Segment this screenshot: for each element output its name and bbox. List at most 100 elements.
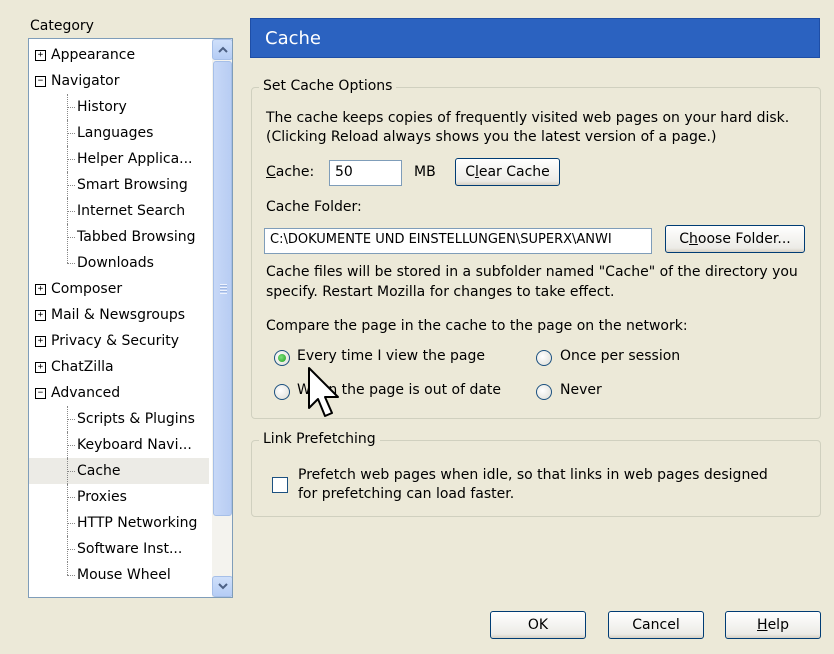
tree-item-label: Cache	[77, 463, 121, 479]
tree-connector	[67, 562, 68, 575]
scroll-thumb[interactable]	[213, 61, 232, 516]
tree-item-label: Scripts & Plugins	[77, 411, 195, 427]
cache-size-label: Cache:	[266, 164, 315, 180]
tree-connector	[67, 575, 75, 576]
tree-connector	[67, 419, 75, 420]
radio-once-per-session[interactable]	[536, 350, 552, 366]
tree-item[interactable]: + Privacy & Security	[29, 328, 209, 354]
tree-item[interactable]: Helper Applica...	[29, 146, 209, 172]
cache-description-line1: The cache keeps copies of frequently vis…	[266, 110, 790, 126]
tree-item-label: Privacy & Security	[51, 333, 179, 349]
tree-item-label: Composer	[51, 281, 123, 297]
tree-scrollbar[interactable]	[212, 39, 232, 597]
expand-icon[interactable]: +	[35, 362, 46, 373]
tree-item[interactable]: + Mail & Newsgroups	[29, 302, 209, 328]
tree-connector	[67, 471, 75, 472]
radio-every-time-label[interactable]: Every time I view the page	[297, 348, 485, 364]
tree-connector	[67, 250, 68, 263]
collapse-icon[interactable]: −	[35, 76, 46, 87]
tree-item[interactable]: Keyboard Navi...	[29, 432, 209, 458]
tree-item-label: Proxies	[77, 489, 127, 505]
tree-item-label: Languages	[77, 125, 154, 141]
tree-connector	[67, 185, 75, 186]
tree-item[interactable]: History	[29, 94, 209, 120]
tree-item[interactable]: + ChatZilla	[29, 354, 209, 380]
cancel-button[interactable]: Cancel	[608, 611, 704, 639]
category-label: Category	[30, 18, 94, 34]
radio-never-label[interactable]: Never	[560, 382, 602, 398]
collapse-icon[interactable]: −	[35, 388, 46, 399]
tree-item-label: Software Inst...	[77, 541, 183, 557]
choose-folder-button[interactable]: Choose Folder...	[665, 225, 805, 253]
compare-label: Compare the page in the cache to the pag…	[266, 318, 688, 334]
tree-connector	[67, 523, 75, 524]
mouse-pointer-icon	[308, 367, 339, 417]
scroll-down-arrow-icon	[218, 583, 228, 590]
tree-item[interactable]: + Appearance	[29, 42, 209, 68]
tree-item-label: ChatZilla	[51, 359, 114, 375]
tree-item[interactable]: Software Inst...	[29, 536, 209, 562]
scroll-down-button[interactable]	[212, 576, 232, 597]
tree-item-label: History	[77, 99, 127, 115]
tree-item[interactable]: Smart Browsing	[29, 172, 209, 198]
tree-item-label: Advanced	[51, 385, 121, 401]
tree-item[interactable]: Scripts & Plugins	[29, 406, 209, 432]
tree-item[interactable]: Proxies	[29, 484, 209, 510]
tree-item-label: Mouse Wheel	[77, 567, 171, 583]
radio-never[interactable]	[536, 384, 552, 400]
expand-icon[interactable]: +	[35, 284, 46, 295]
tree-item-label: Smart Browsing	[77, 177, 188, 193]
tree-item[interactable]: Downloads	[29, 250, 209, 276]
page-title: Cache	[250, 18, 820, 58]
tree-connector	[67, 497, 75, 498]
help-button[interactable]: Help	[725, 611, 821, 639]
prefetch-label-line1[interactable]: Prefetch web pages when idle, so that li…	[298, 467, 768, 483]
expand-icon[interactable]: +	[35, 310, 46, 321]
tree-item[interactable]: Languages	[29, 120, 209, 146]
tree-item-label: Keyboard Navi...	[77, 437, 192, 453]
expand-icon[interactable]: +	[35, 336, 46, 347]
tree-item-label: Helper Applica...	[77, 151, 193, 167]
thumb-grip	[220, 284, 227, 294]
cache-folder-label: Cache Folder:	[266, 199, 362, 215]
scroll-up-button[interactable]	[212, 39, 232, 60]
tree-item[interactable]: − Navigator	[29, 68, 209, 94]
folder-note-line1: Cache files will be stored in a subfolde…	[266, 264, 798, 280]
ok-button[interactable]: OK	[490, 611, 586, 639]
prefetch-label-line2[interactable]: for prefetching can load faster.	[298, 486, 514, 502]
cache-unit-label: MB	[414, 164, 436, 180]
category-tree[interactable]: + Appearance − Navigator History Languages Hel…	[28, 38, 233, 598]
tree-connector	[67, 159, 75, 160]
folder-note-line2: specify. Restart Mozilla for changes to …	[266, 284, 615, 300]
tree-connector	[67, 211, 75, 212]
tree-connector	[67, 263, 75, 264]
tree-connector	[67, 133, 75, 134]
tree-item[interactable]: + Composer	[29, 276, 209, 302]
tree-item[interactable]: Cache	[29, 458, 209, 484]
radio-out-of-date[interactable]	[274, 384, 290, 400]
cache-size-input[interactable]: 50	[329, 160, 402, 186]
tree-item[interactable]: Internet Search	[29, 198, 209, 224]
tree-connector	[67, 237, 75, 238]
tree-item-label: Downloads	[77, 255, 154, 271]
tree-item-label: Navigator	[51, 73, 120, 89]
tree-item-label: HTTP Networking	[77, 515, 198, 531]
cache-options-legend: Set Cache Options	[259, 78, 397, 94]
tree-item[interactable]: Mouse Wheel	[29, 562, 209, 588]
tree-item[interactable]: − Advanced	[29, 380, 209, 406]
tree-item-label: Internet Search	[77, 203, 186, 219]
tree-item[interactable]: HTTP Networking	[29, 510, 209, 536]
clear-cache-button[interactable]: Clear Cache	[455, 158, 560, 186]
tree-connector	[67, 107, 75, 108]
expand-icon[interactable]: +	[35, 50, 46, 61]
tree-item-label: Mail & Newsgroups	[51, 307, 186, 323]
radio-every-time[interactable]	[274, 350, 290, 366]
prefetch-legend: Link Prefetching	[259, 431, 380, 447]
prefetch-checkbox[interactable]	[272, 477, 288, 493]
tree-item-label: Appearance	[51, 47, 136, 63]
cache-folder-input[interactable]: C:\DOKUMENTE UND EINSTELLUNGEN\SUPERX\AN…	[264, 228, 652, 254]
radio-once-per-session-label[interactable]: Once per session	[560, 348, 680, 364]
tree-connector	[67, 549, 75, 550]
tree-connector	[67, 445, 75, 446]
tree-item[interactable]: Tabbed Browsing	[29, 224, 209, 250]
